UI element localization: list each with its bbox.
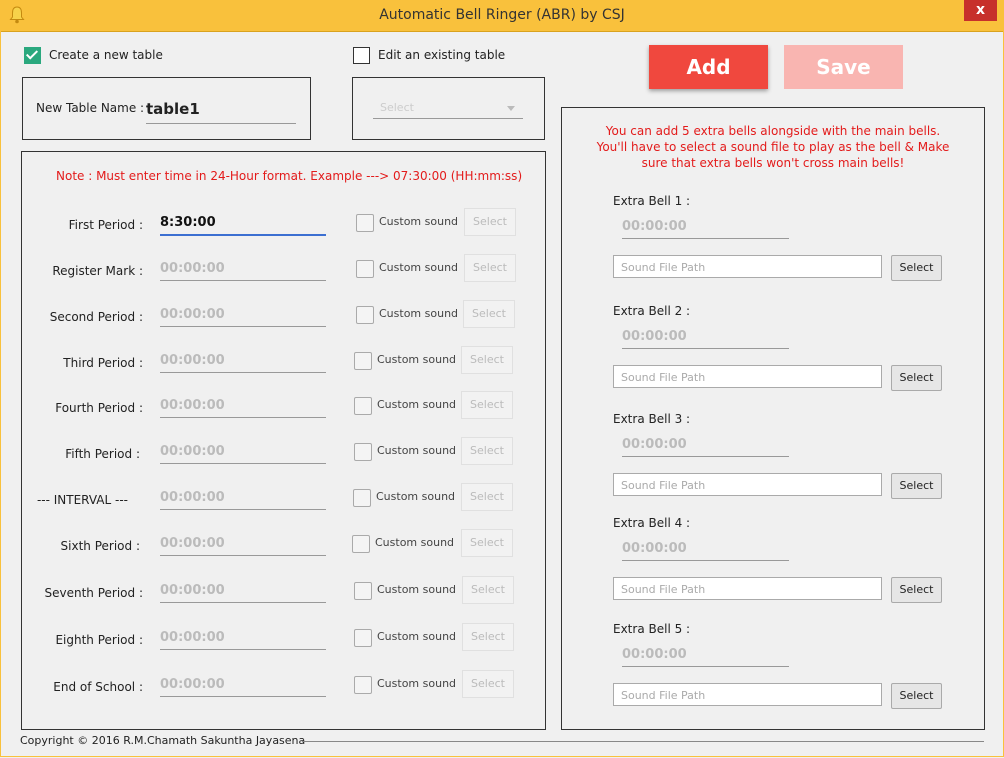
period-1-label: First Period : [68, 218, 143, 232]
period-10-custom-sound-label: Custom sound [377, 630, 457, 643]
period-7-time-input[interactable]: 00:00:00 [160, 487, 326, 510]
extra-bell-2-time-input[interactable]: 00:00:00 [622, 326, 789, 349]
period-8-time-input[interactable]: 00:00:00 [160, 533, 326, 556]
extra-bell-1-sound-path-input[interactable]: Sound File Path [613, 255, 882, 278]
time-format-note: Note : Must enter time in 24-Hour format… [56, 169, 523, 183]
title-bar: Automatic Bell Ringer (ABR) by CSJ x [0, 0, 1004, 32]
existing-table-panel: Select [352, 77, 545, 140]
period-10-custom-sound-checkbox[interactable] [354, 629, 372, 647]
extra-bell-2-select-button[interactable]: Select [891, 365, 942, 391]
period-9-custom-sound-label: Custom sound [377, 583, 457, 596]
period-11-time-input[interactable]: 00:00:00 [160, 674, 326, 697]
close-button[interactable]: x [964, 0, 997, 21]
period-11-select-sound-button[interactable]: Select [462, 670, 514, 698]
period-7-custom-sound-checkbox[interactable] [353, 489, 371, 507]
extra-bell-1-label: Extra Bell 1 : [613, 194, 691, 208]
period-10-select-sound-button[interactable]: Select [462, 623, 514, 651]
periods-panel: Note : Must enter time in 24-Hour format… [21, 151, 546, 730]
add-button[interactable]: Add [649, 45, 768, 89]
copyright-text: Copyright © 2016 R.M.Chamath Sakuntha Ja… [20, 734, 306, 747]
period-1-select-sound-button[interactable]: Select [464, 208, 516, 236]
extra-bell-1-select-button[interactable]: Select [891, 255, 942, 281]
edit-table-label: Edit an existing table [378, 48, 506, 62]
table-name-input[interactable]: table1 [146, 97, 296, 124]
period-2-time-input[interactable]: 00:00:00 [160, 258, 326, 281]
extra-bell-3-time-input[interactable]: 00:00:00 [622, 434, 789, 457]
period-5-time-input[interactable]: 00:00:00 [160, 395, 326, 418]
extra-bell-2-sound-path-input[interactable]: Sound File Path [613, 365, 882, 388]
period-3-custom-sound-label: Custom sound [379, 307, 459, 320]
period-11-label: End of School : [53, 680, 143, 694]
extra-bell-3-label: Extra Bell 3 : [613, 412, 691, 426]
window-title: Automatic Bell Ringer (ABR) by CSJ [379, 7, 625, 23]
extra-bell-3-sound-path-input[interactable]: Sound File Path [613, 473, 882, 496]
period-7-custom-sound-label: Custom sound [376, 490, 456, 503]
period-9-select-sound-button[interactable]: Select [462, 576, 514, 604]
extra-bells-info: You can add 5 extra bells alongside with… [596, 124, 950, 170]
period-6-time-input[interactable]: 00:00:00 [160, 441, 326, 464]
existing-table-placeholder: Select [380, 101, 414, 114]
period-5-custom-sound-checkbox[interactable] [354, 397, 372, 415]
period-2-select-sound-button[interactable]: Select [464, 254, 516, 282]
period-10-label: Eighth Period : [55, 633, 143, 647]
period-1-time-input[interactable]: 8:30:00 [160, 212, 326, 236]
caret-down-icon [507, 106, 515, 111]
create-table-checkbox[interactable] [24, 47, 41, 64]
period-3-custom-sound-checkbox[interactable] [356, 306, 374, 324]
extra-bells-panel: You can add 5 extra bells alongside with… [561, 107, 985, 730]
period-9-custom-sound-checkbox[interactable] [354, 582, 372, 600]
period-8-select-sound-button[interactable]: Select [461, 529, 513, 557]
period-4-label: Third Period : [63, 356, 143, 370]
period-7-label: --- INTERVAL --- [36, 493, 128, 507]
period-1-custom-sound-label: Custom sound [379, 215, 459, 228]
extra-bell-2-label: Extra Bell 2 : [613, 304, 691, 318]
period-11-custom-sound-checkbox[interactable] [354, 676, 372, 694]
period-6-select-sound-button[interactable]: Select [461, 437, 513, 465]
table-name-label: New Table Name : [36, 101, 145, 115]
extra-bell-5-sound-path-input[interactable]: Sound File Path [613, 683, 882, 706]
extra-bell-4-time-input[interactable]: 00:00:00 [622, 538, 789, 561]
period-1-custom-sound-checkbox[interactable] [356, 214, 374, 232]
edit-table-checkbox[interactable] [353, 47, 370, 64]
extra-bell-5-label: Extra Bell 5 : [613, 622, 691, 636]
extra-bell-5-select-button[interactable]: Select [891, 683, 942, 709]
table-name-panel: New Table Name : table1 [22, 77, 311, 140]
period-8-label: Sixth Period : [60, 539, 140, 553]
period-7-select-sound-button[interactable]: Select [461, 483, 513, 511]
period-9-time-input[interactable]: 00:00:00 [160, 580, 326, 603]
period-8-custom-sound-label: Custom sound [375, 536, 455, 549]
period-5-custom-sound-label: Custom sound [377, 398, 457, 411]
period-4-time-input[interactable]: 00:00:00 [160, 350, 326, 373]
period-3-label: Second Period : [49, 310, 143, 324]
period-6-custom-sound-label: Custom sound [377, 444, 457, 457]
period-6-custom-sound-checkbox[interactable] [354, 443, 372, 461]
save-button[interactable]: Save [784, 45, 903, 89]
period-5-label: Fourth Period : [55, 401, 143, 415]
period-5-select-sound-button[interactable]: Select [461, 391, 513, 419]
period-3-select-sound-button[interactable]: Select [463, 300, 515, 328]
period-4-custom-sound-checkbox[interactable] [354, 352, 372, 370]
extra-bell-5-time-input[interactable]: 00:00:00 [622, 644, 789, 667]
extra-bell-4-label: Extra Bell 4 : [613, 516, 691, 530]
extra-bell-4-sound-path-input[interactable]: Sound File Path [613, 577, 882, 600]
extra-bell-1-time-input[interactable]: 00:00:00 [622, 216, 789, 239]
period-3-time-input[interactable]: 00:00:00 [160, 304, 326, 327]
period-10-time-input[interactable]: 00:00:00 [160, 627, 326, 650]
period-2-custom-sound-label: Custom sound [379, 261, 459, 274]
extra-bell-4-select-button[interactable]: Select [891, 577, 942, 603]
period-2-custom-sound-checkbox[interactable] [356, 260, 374, 278]
period-8-custom-sound-checkbox[interactable] [352, 535, 370, 553]
period-6-label: Fifth Period : [65, 447, 140, 461]
period-4-select-sound-button[interactable]: Select [461, 346, 513, 374]
period-4-custom-sound-label: Custom sound [377, 353, 457, 366]
period-9-label: Seventh Period : [44, 586, 144, 600]
extra-bell-3-select-button[interactable]: Select [891, 473, 942, 499]
period-2-label: Register Mark : [52, 264, 143, 278]
existing-table-select[interactable]: Select [373, 98, 523, 119]
create-table-label: Create a new table [49, 48, 163, 62]
footer-divider [302, 741, 984, 742]
period-11-custom-sound-label: Custom sound [377, 677, 457, 690]
